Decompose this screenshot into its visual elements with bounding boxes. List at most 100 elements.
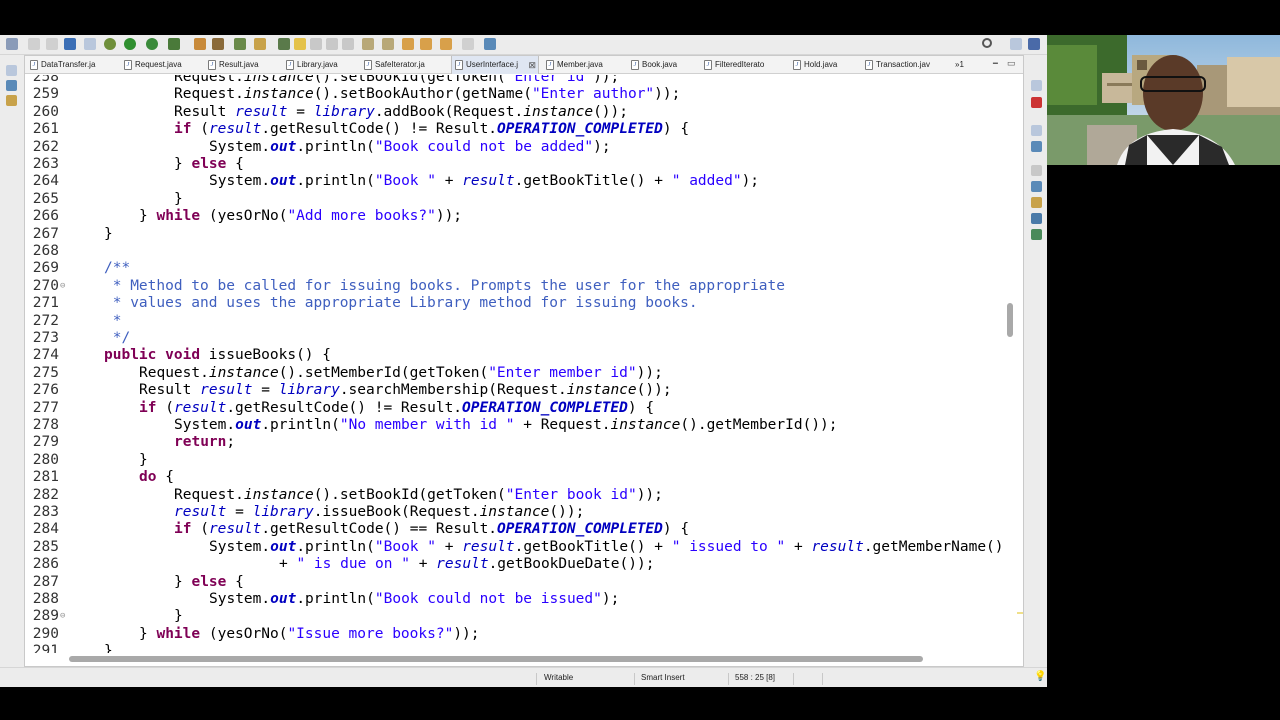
code-line: 269 /** (25, 260, 1023, 277)
code-text: } (174, 190, 183, 207)
problems-icon[interactable] (1031, 97, 1042, 108)
word-wrap-icon[interactable] (326, 38, 338, 50)
tab-safeiterator[interactable]: J SafeIterator.ja (361, 56, 453, 74)
code-text: result = library.issueBook(Request.insta… (174, 504, 585, 520)
console-icon[interactable] (1031, 213, 1042, 224)
search-view-icon[interactable] (1031, 197, 1042, 208)
line-number: 285 (32, 538, 59, 555)
prev-annotation-icon[interactable] (382, 38, 394, 50)
back-icon[interactable] (420, 38, 432, 50)
code-area[interactable]: 258 Request.instance().setBookId(getToken… (25, 75, 1023, 653)
code-line: 260 Result result = library.addBook(Reque… (25, 104, 1023, 121)
right-trim (1025, 55, 1047, 667)
tab-label: Library.java (297, 60, 338, 69)
tab-userinterface[interactable]: J UserInterface.j ⊠ (451, 56, 539, 74)
tab-datatransfer[interactable]: J DataTransfer.ja (27, 56, 119, 74)
code-line: 259 Request.instance().setBookAuthor(getN… (25, 86, 1023, 103)
code-text: + " is due on " + result.getBookDueDate(… (279, 556, 655, 573)
outline-icon[interactable] (1031, 80, 1042, 91)
java-file-icon: J (208, 60, 216, 70)
code-text: Result result = library.searchMembership… (139, 382, 672, 399)
fold-toggle-icon[interactable]: ⊖ (60, 278, 65, 295)
pin-editor-icon[interactable] (462, 38, 474, 50)
hierarchy-icon[interactable] (1031, 141, 1042, 152)
tab-overflow-count: »1 (955, 60, 964, 69)
code-line: 285 System.out.println("Book " + result.g… (25, 539, 1023, 556)
line-number: 269 (32, 260, 59, 277)
tab-result[interactable]: J Result.java (205, 56, 293, 74)
new-java-project-icon[interactable] (194, 38, 206, 50)
new-class-icon[interactable] (234, 38, 246, 50)
open-perspective-icon[interactable] (484, 38, 496, 50)
line-number: 262 (32, 138, 59, 155)
presenter-webcam-image (1047, 35, 1280, 165)
line-number: 287 (32, 573, 59, 590)
line-number: 266 (32, 208, 59, 225)
package-explorer-icon[interactable] (6, 65, 17, 76)
project-icon[interactable] (6, 95, 17, 106)
progress-icon[interactable] (1031, 229, 1042, 240)
tab-filterediterator[interactable]: J FilteredIterato (701, 56, 793, 74)
java-ee-perspective-icon[interactable] (1010, 38, 1022, 50)
terminal-icon[interactable] (64, 38, 76, 50)
type-hierarchy-icon[interactable] (6, 80, 17, 91)
quick-access-search-icon[interactable] (982, 38, 992, 48)
code-text: Request.instance().setMemberId(getToken(… (139, 364, 663, 381)
tab-book[interactable]: J Book.java (628, 56, 708, 74)
main-toolbar (0, 35, 1047, 55)
show-whitespace-icon[interactable] (342, 38, 354, 50)
new-package-icon[interactable] (212, 38, 224, 50)
tab-label: DataTransfer.ja (41, 60, 96, 69)
tab-request[interactable]: J Request.java (121, 56, 213, 74)
new-icon[interactable] (6, 38, 18, 50)
editor-tabs: J DataTransfer.ja J Request.java J Result.j… (25, 56, 1023, 74)
coverage-icon[interactable] (146, 38, 158, 50)
toggle-mark-occurrences-icon[interactable] (294, 38, 306, 50)
horizontal-scrollbar[interactable] (69, 656, 923, 662)
code-line: 268 (25, 243, 1023, 260)
fold-toggle-icon[interactable]: ⊖ (60, 608, 65, 625)
code-line: 274 public void issueBooks() { (25, 347, 1023, 364)
eclipse-window: J DataTransfer.ja J Request.java J Result.j… (0, 35, 1047, 687)
maximize-icon[interactable]: ▭ (1007, 58, 1016, 69)
line-number: 274 (32, 347, 59, 364)
debug-icon[interactable] (104, 38, 116, 50)
external-tools-icon[interactable] (168, 38, 180, 50)
tab-member[interactable]: J Member.java (543, 56, 623, 74)
search-icon[interactable] (278, 38, 290, 50)
tab-library[interactable]: J Library.java (283, 56, 371, 74)
bottom-letterbox (0, 687, 1280, 720)
overview-warning-marker[interactable] (1017, 612, 1023, 614)
forward-icon[interactable] (440, 38, 452, 50)
minimize-icon[interactable]: ━ (993, 59, 998, 68)
java-perspective-icon[interactable] (1028, 38, 1040, 50)
code-line: 281 do { (25, 469, 1023, 486)
java-file-icon: J (865, 60, 873, 70)
save-icon[interactable] (28, 38, 40, 50)
code-line: 272 * (25, 313, 1023, 330)
line-number: 286 (32, 556, 59, 573)
code-text: */ (104, 330, 131, 346)
line-number: 283 (32, 504, 59, 520)
vertical-scrollbar[interactable] (1007, 303, 1013, 337)
notification-icon[interactable]: 💡 (1034, 671, 1046, 682)
run-icon[interactable] (124, 38, 136, 50)
code-text: * values and uses the appropriate Librar… (104, 295, 698, 312)
tab-transaction[interactable]: J Transaction.jav (862, 56, 954, 74)
code-line: 287} else { (25, 574, 1023, 591)
task-list-icon[interactable] (1031, 125, 1042, 136)
code-line: 291} (25, 643, 1023, 653)
tab-hold[interactable]: J Hold.java (790, 56, 862, 74)
javadoc-icon[interactable] (1031, 165, 1042, 176)
declaration-icon[interactable] (1031, 181, 1042, 192)
save-all-icon[interactable] (46, 38, 58, 50)
open-type-icon[interactable] (254, 38, 266, 50)
tab-label: FilteredIterato (715, 60, 765, 69)
more-tabs-button[interactable]: »1 (945, 56, 975, 74)
last-edit-icon[interactable] (402, 38, 414, 50)
skip-breakpoints-icon[interactable] (84, 38, 96, 50)
block-selection-icon[interactable] (310, 38, 322, 50)
close-tab-icon[interactable]: ⊠ (528, 56, 536, 74)
next-annotation-icon[interactable] (362, 38, 374, 50)
code-text: } (104, 643, 113, 653)
